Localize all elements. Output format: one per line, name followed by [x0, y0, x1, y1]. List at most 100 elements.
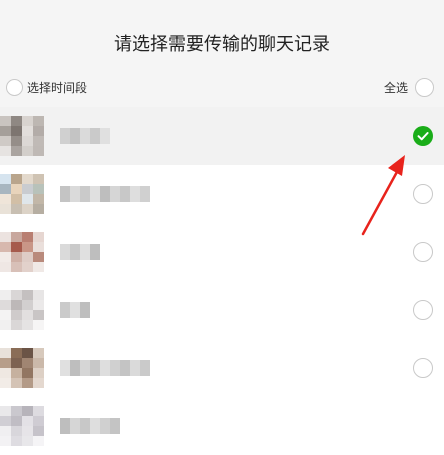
avatar: [0, 348, 44, 388]
name-pixel: [70, 186, 80, 202]
avatar-pixel: [33, 194, 44, 204]
name-pixel: [100, 186, 110, 202]
name-pixel: [140, 360, 150, 376]
conversation-row[interactable]: [0, 223, 444, 281]
conversation-row[interactable]: [0, 165, 444, 223]
avatar-pixel: [0, 252, 11, 262]
avatar-pixel: [22, 378, 33, 388]
avatar-pixel: [0, 204, 11, 214]
name-pixel: [120, 186, 130, 202]
name-pixel: [130, 360, 140, 376]
avatar-pixel: [11, 194, 22, 204]
dialog-header: 请选择需要传输的聊天记录 选择时间段 全选: [0, 0, 444, 107]
avatar-pixel: [0, 184, 11, 194]
avatar-pixel: [0, 320, 11, 330]
conversation-row[interactable]: [0, 339, 444, 397]
conversation-name-blurred: [60, 360, 150, 376]
avatar-pixel: [11, 358, 22, 368]
avatar-pixel: [33, 406, 44, 416]
avatar-pixel: [33, 184, 44, 194]
avatar-pixel: [33, 436, 44, 446]
name-pixel: [80, 186, 90, 202]
avatar-pixel: [11, 348, 22, 358]
avatar-pixel: [0, 126, 11, 136]
name-pixel: [110, 418, 120, 434]
avatar-pixel: [22, 368, 33, 378]
avatar: [0, 174, 44, 214]
avatar-pixel: [33, 290, 44, 300]
avatar-pixel: [33, 146, 44, 156]
avatar-pixel: [33, 416, 44, 426]
avatar-pixel: [0, 436, 11, 446]
conversation-radio[interactable]: [413, 300, 433, 320]
avatar-pixel: [11, 174, 22, 184]
avatar-pixel: [22, 310, 33, 320]
name-pixel: [60, 128, 70, 144]
name-pixel: [80, 360, 90, 376]
conversation-row[interactable]: [0, 397, 444, 455]
avatar-pixel: [0, 116, 11, 126]
avatar-pixel: [11, 262, 22, 272]
conversation-radio[interactable]: [413, 242, 433, 262]
avatar-pixel: [11, 136, 22, 146]
avatar-pixel: [11, 320, 22, 330]
name-pixel: [80, 418, 90, 434]
avatar-pixel: [33, 232, 44, 242]
name-pixel: [90, 186, 100, 202]
avatar-pixel: [33, 300, 44, 310]
avatar-pixel: [22, 300, 33, 310]
avatar-pixel: [33, 310, 44, 320]
dialog-title: 请选择需要传输的聊天记录: [114, 34, 330, 55]
avatar-pixel: [22, 262, 33, 272]
conversation-row[interactable]: [0, 281, 444, 339]
name-pixel: [60, 186, 70, 202]
select-all-option[interactable]: 全选: [384, 78, 434, 97]
name-pixel: [80, 128, 90, 144]
avatar-pixel: [11, 378, 22, 388]
avatar-pixel: [11, 126, 22, 136]
avatar-pixel: [33, 136, 44, 146]
avatar-pixel: [22, 174, 33, 184]
conversation-radio[interactable]: [413, 184, 433, 204]
conversation-radio[interactable]: [413, 358, 433, 378]
avatar-pixel: [0, 194, 11, 204]
avatar-pixel: [33, 174, 44, 184]
avatar-pixel: [0, 416, 11, 426]
conversation-name-blurred: [60, 302, 90, 318]
avatar-pixel: [22, 406, 33, 416]
avatar-pixel: [33, 116, 44, 126]
avatar-pixel: [33, 348, 44, 358]
time-range-radio[interactable]: [6, 79, 23, 96]
conversation-name-blurred: [60, 186, 150, 202]
conversation-row[interactable]: [0, 107, 444, 165]
select-all-radio[interactable]: [415, 78, 434, 97]
avatar-pixel: [22, 126, 33, 136]
avatar-pixel: [11, 300, 22, 310]
avatar-pixel: [22, 136, 33, 146]
time-range-option[interactable]: 选择时间段: [6, 79, 87, 96]
avatar-pixel: [11, 406, 22, 416]
name-pixel: [90, 244, 100, 260]
conversation-name-blurred: [60, 128, 110, 144]
avatar-pixel: [33, 368, 44, 378]
name-pixel: [90, 418, 100, 434]
name-pixel: [100, 128, 110, 144]
avatar-pixel: [11, 204, 22, 214]
name-pixel: [70, 418, 80, 434]
avatar-pixel: [0, 348, 11, 358]
avatar-pixel: [22, 348, 33, 358]
name-pixel: [70, 244, 80, 260]
avatar-pixel: [0, 136, 11, 146]
avatar-pixel: [22, 204, 33, 214]
name-pixel: [110, 360, 120, 376]
avatar-pixel: [0, 406, 11, 416]
conversation-name-blurred: [60, 244, 100, 260]
name-pixel: [60, 244, 70, 260]
name-pixel: [140, 186, 150, 202]
select-all-label: 全选: [383, 81, 408, 95]
name-pixel: [130, 186, 140, 202]
avatar-pixel: [33, 320, 44, 330]
avatar-pixel: [0, 368, 11, 378]
checkmark-selected-icon[interactable]: [413, 126, 433, 146]
avatar-pixel: [0, 262, 11, 272]
